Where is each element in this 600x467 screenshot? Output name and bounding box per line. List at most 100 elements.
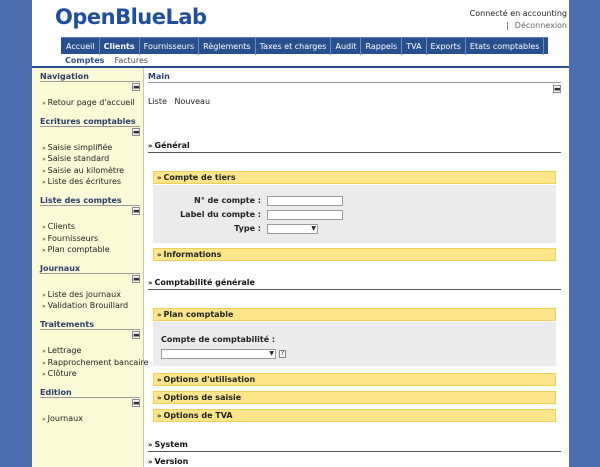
collapse-icon[interactable]: ▬ — [132, 83, 140, 91]
nav-tab-1[interactable]: Clients — [100, 37, 140, 55]
section-version[interactable]: » Version — [148, 457, 561, 467]
type-select[interactable]: ▼ — [267, 224, 318, 234]
bullet-arrow-icon: » — [42, 179, 46, 187]
sidebar-item[interactable]: » Rapprochement bancaire — [42, 357, 149, 369]
account-label-input[interactable] — [267, 210, 343, 220]
box-plan-comptable[interactable]: » Plan comptable — [153, 308, 556, 321]
page: OpenBlueLab Connecté en accounting | Déco… — [32, 0, 569, 467]
box-informations[interactable]: » Informations — [153, 248, 556, 261]
sidebar-item-label: Retour page d'accueil — [47, 98, 135, 107]
sidebar-item[interactable]: » Lettrage — [42, 345, 143, 357]
account-number-label: N° de compte : — [194, 196, 261, 205]
sidebar-items: » Clients» Fournisseurs» Plan comptable — [32, 215, 143, 260]
sidebar-item[interactable]: » Fournisseurs — [42, 233, 143, 245]
box-compte-tiers[interactable]: » Compte de tiers — [153, 171, 556, 184]
sidebar-items: » Lettrage» Rapprochement bancaire» Clôture — [32, 339, 149, 384]
logout-link[interactable]: Déconnexion — [515, 21, 567, 30]
section-comptabilite-generale[interactable]: » Comptabilité générale — [148, 278, 561, 290]
nav-tab-9[interactable]: Etats comptables — [466, 37, 545, 55]
section-label: System — [154, 440, 188, 449]
section-system[interactable]: » System — [148, 440, 561, 452]
sidebar-item[interactable]: » Liste des journaux — [42, 289, 143, 301]
sidebar-section-5: Edition ▬ » Journaux — [32, 384, 143, 429]
sidebar-item[interactable]: » Saisie simplifiée — [42, 142, 143, 154]
nav-tab-4[interactable]: Taxes et charges — [256, 37, 332, 55]
collapse-icon[interactable]: ▬ — [132, 127, 140, 136]
box-options-saisie[interactable]: » Options de saisie — [153, 391, 556, 404]
sidebar-item[interactable]: » Clôture — [42, 368, 143, 380]
collapse-icon[interactable]: ▬ — [132, 206, 140, 215]
sidebar: Navigation ▬» Retour page d'accueil Ecritur… — [32, 68, 149, 467]
sidebar-item-label: Saisie simplifiée — [47, 142, 113, 152]
sidebar-item-label: Lettrage — [47, 345, 82, 355]
nav-tab-7[interactable]: TVA — [402, 37, 427, 55]
sidebar-section-title: Traitements — [40, 319, 94, 329]
ledger-account-select[interactable]: ▼ — [161, 349, 276, 359]
sidebar-item-label: Journaux — [47, 413, 83, 423]
sidebar-item-label: Saisie standard — [47, 154, 110, 164]
sidebar-items: » Saisie simplifiée» Saisie standard» Saisi… — [32, 136, 143, 192]
sidebar-section-title: Liste des comptes — [40, 195, 122, 205]
box-options-utilisation[interactable]: » Options d'utilisation — [153, 373, 556, 386]
bullet-arrow-icon: » — [42, 347, 46, 355]
list-link[interactable]: Liste — [148, 97, 167, 106]
action-links: Liste Nouveau — [148, 97, 215, 106]
sidebar-section-3: Journaux ▬» Liste des journaux» Validation … — [32, 260, 143, 316]
collapse-icon[interactable]: ▬ — [132, 274, 140, 283]
sidebar-item[interactable]: » Saisie au kilomètre — [42, 165, 143, 177]
sidebar-items: » Retour page d'accueil — [32, 91, 143, 113]
sidebar-section-2: Liste des comptes ▬» Clients» Fournisseurs»… — [32, 192, 143, 260]
account-label-label: Label du compte : — [180, 210, 261, 219]
expand-arrow-icon: » — [157, 174, 162, 182]
bullet-arrow-icon: » — [42, 144, 46, 152]
collapse-icon[interactable]: ▬ — [132, 398, 140, 407]
nav-tab-6[interactable]: Rappels — [361, 37, 403, 55]
sidebar-item-label: Liste des écritures — [47, 177, 122, 187]
subnav-tab-1[interactable]: Factures — [114, 56, 148, 65]
sidebar-item[interactable]: » Validation Brouillard — [42, 300, 143, 312]
section-general[interactable]: » Général — [148, 141, 561, 153]
box-label: Plan comptable — [163, 310, 234, 319]
section-label: Version — [154, 457, 189, 466]
expand-arrow-icon: » — [148, 458, 153, 466]
nav-tab-2[interactable]: Fournisseurs — [140, 37, 200, 55]
sidebar-divider — [40, 204, 140, 206]
subnav-tab-0[interactable]: Comptes — [65, 56, 104, 65]
collapse-icon[interactable]: ▬ — [132, 330, 140, 339]
bullet-arrow-icon: » — [42, 223, 46, 231]
section-label: Général — [154, 141, 190, 150]
sidebar-item[interactable]: » Journaux — [42, 413, 143, 425]
main-nav-bar: Accueil Clients Fournisseurs Règlements Taxe… — [61, 37, 548, 55]
nav-tab-0[interactable]: Accueil — [62, 37, 100, 55]
box-label: Informations — [163, 250, 222, 259]
app-logo[interactable]: OpenBlueLab — [55, 5, 207, 29]
sidebar-items: » Journaux — [32, 407, 143, 429]
bullet-arrow-icon: » — [42, 303, 46, 311]
collapse-icon[interactable]: ▬ — [553, 85, 561, 93]
sidebar-item-label: Validation Brouillard — [47, 301, 129, 311]
sidebar-section-title: Ecritures comptables — [40, 116, 136, 126]
account-number-input[interactable] — [267, 196, 343, 206]
header: OpenBlueLab Connecté en accounting | Déco… — [32, 0, 569, 37]
help-icon[interactable]: ? — [279, 350, 286, 358]
new-link[interactable]: Nouveau — [174, 97, 210, 106]
nav-tab-5[interactable]: Audit — [331, 37, 362, 55]
plan-comptable-panel: Compte de comptabilité : ▼ ? — [153, 322, 556, 366]
sidebar-item-label: Fournisseurs — [47, 233, 99, 243]
box-options-tva[interactable]: » Options de TVA — [153, 409, 556, 422]
sidebar-item[interactable]: » Plan comptable — [42, 244, 143, 256]
bullet-arrow-icon: » — [42, 415, 46, 423]
sidebar-item[interactable]: » Saisie standard — [42, 153, 143, 165]
expand-arrow-icon: » — [157, 376, 162, 384]
sidebar-item[interactable]: » Liste des écritures — [42, 176, 143, 188]
nav-tab-8[interactable]: Exports — [427, 37, 466, 55]
sub-nav: Comptes Factures — [32, 54, 569, 66]
sidebar-item[interactable]: » Clients — [42, 221, 143, 233]
sidebar-items: » Liste des journaux» Validation Brouillar… — [32, 283, 143, 316]
ledger-account-label: Compte de comptabilité : — [161, 335, 276, 344]
expand-arrow-icon: » — [157, 311, 162, 319]
sidebar-item[interactable]: » Retour page d'accueil — [42, 97, 143, 109]
box-label: Options de saisie — [163, 393, 242, 402]
nav-tab-3[interactable]: Règlements — [199, 37, 256, 55]
sidebar-divider — [40, 125, 140, 127]
